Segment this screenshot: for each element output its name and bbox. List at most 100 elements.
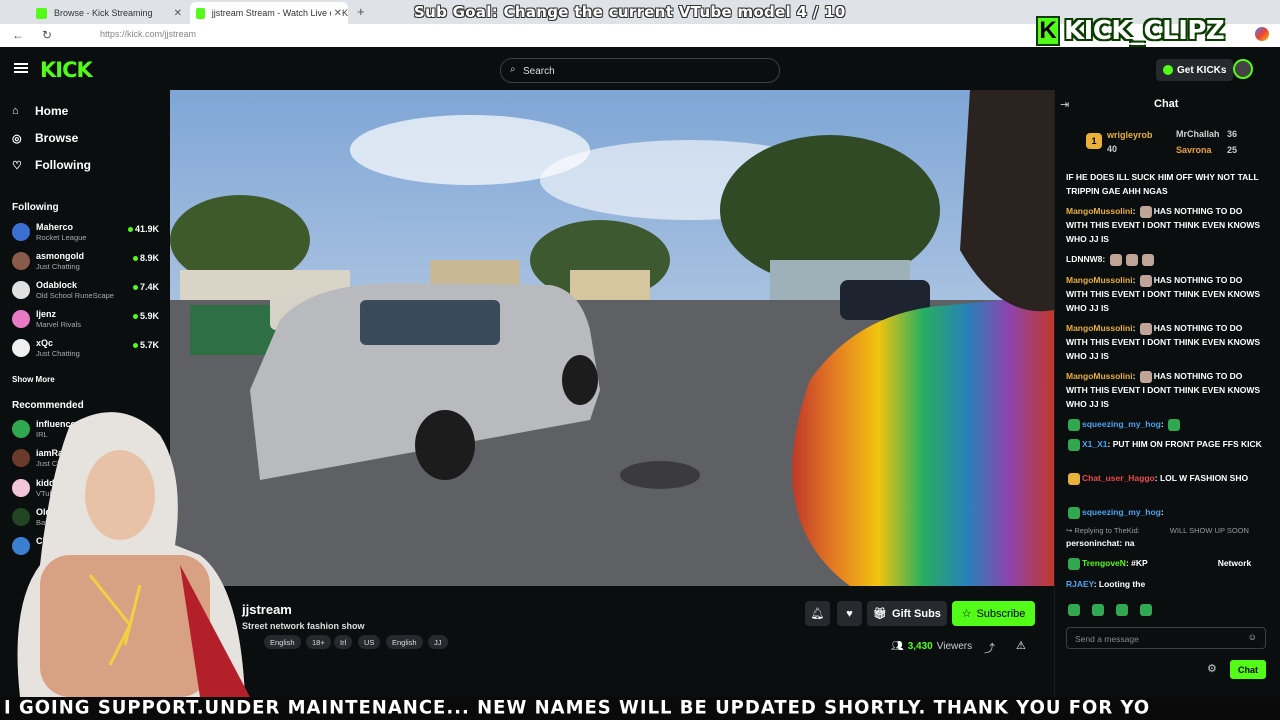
emoji-picker-icon[interactable]: ☺ <box>1248 632 1257 642</box>
following-channel[interactable]: ljenz Marvel Rivals 5.9K <box>12 307 162 333</box>
channel-name: Maherco <box>36 222 74 232</box>
back-icon[interactable]: ← <box>12 28 24 42</box>
chat-settings-gear-icon[interactable]: ⚙ <box>1207 662 1217 675</box>
viewer-count: 7.4K <box>132 282 159 292</box>
chat-message: MangoMussolini: HAS NOTHING TO DO WITH T… <box>1066 370 1261 409</box>
stream-title: Street network fashion show <box>242 621 365 631</box>
nav-following[interactable]: ♡ Following <box>12 158 91 172</box>
browser-tab-browse[interactable]: Browse - Kick Streaming ✕ <box>30 2 188 24</box>
nav-label: Browse <box>35 131 79 145</box>
chat-message: RJAEY: Looting the <box>1066 579 1146 589</box>
subscribe-button[interactable]: ☆ Subscribe <box>952 601 1035 626</box>
chat-username[interactable]: MangoMussolini <box>1066 323 1133 333</box>
tag[interactable]: 18+ <box>306 635 331 649</box>
viewer-label: Viewers <box>936 641 973 652</box>
tag[interactable]: English <box>386 635 423 649</box>
emote-icon <box>1109 253 1122 266</box>
chat-username[interactable]: X1_X1 <box>1082 439 1108 449</box>
nav-label: Home <box>35 104 69 118</box>
emote-icon <box>1168 418 1181 431</box>
close-tab-icon[interactable]: ✕ <box>174 8 182 19</box>
chat-username[interactable]: RJAEY <box>1066 579 1094 589</box>
chat-username[interactable]: MangoMussolini <box>1066 275 1133 285</box>
emote-icon <box>1125 253 1138 266</box>
chat-username[interactable]: MangoMussolini <box>1066 206 1133 216</box>
following-channel[interactable]: Odablock Old School RuneScape 7.4K <box>12 278 162 304</box>
nav-browse[interactable]: ◎ Browse <box>12 131 78 145</box>
reload-icon[interactable]: ↻ <box>42 28 52 42</box>
tag[interactable]: US <box>358 635 381 649</box>
emote-icon <box>1139 322 1152 335</box>
chat-username[interactable]: Chat_user_Haggo <box>1082 473 1155 483</box>
emote-icon[interactable] <box>1068 604 1080 616</box>
leaderboard-count: 36 <box>1227 129 1238 139</box>
collapse-chat-icon[interactable]: ⇥ <box>1060 98 1069 111</box>
leaderboard-user[interactable]: MrChallah <box>1176 129 1220 139</box>
chat-username[interactable]: personinchat <box>1066 538 1119 548</box>
chat-message: squeezing_my_hog: <box>1066 505 1266 519</box>
leaderboard-user[interactable]: Savrona <box>1176 145 1212 155</box>
video-player[interactable] <box>170 90 1054 586</box>
chat-message: IF HE DOES ILL SUCK HIM OFF WHY NOT TALL… <box>1066 172 1259 196</box>
notify-bell-button[interactable]: 🔔︎ <box>805 601 830 626</box>
sub-goal-overlay: Sub Goal: Change the current VTube model… <box>414 3 846 21</box>
report-icon[interactable]: ⚠ <box>1016 639 1026 652</box>
nav-label: Following <box>35 158 91 172</box>
kick-favicon-icon <box>196 7 205 19</box>
vtuber-model <box>17 412 250 697</box>
follow-heart-button[interactable]: ♥ <box>837 601 862 626</box>
badge-icon <box>1068 557 1080 570</box>
bell-icon: 🔔︎ <box>810 608 825 620</box>
tag[interactable]: English <box>264 635 301 649</box>
following-channel[interactable]: asmongold Just Chatting 8.9K <box>12 249 162 275</box>
chat-username[interactable]: squeezing_my_hog <box>1082 419 1161 429</box>
new-tab-icon[interactable]: + <box>357 4 365 19</box>
emote-bar <box>1066 604 1154 616</box>
gift-subs-button[interactable]: 🎁︎ Gift Subs <box>867 601 947 626</box>
tag[interactable]: Irl <box>334 635 353 649</box>
search-input[interactable] <box>523 63 763 79</box>
close-tab-icon[interactable]: ✕ <box>330 7 342 19</box>
chat-title: Chat <box>1154 98 1179 110</box>
viewer-number: 3,430 <box>907 641 933 652</box>
show-more-link[interactable]: Show More <box>12 375 55 384</box>
channel-name: ljenz <box>36 309 57 319</box>
star-icon: ☆ <box>961 608 972 620</box>
emote-icon[interactable] <box>1092 604 1104 616</box>
user-avatar[interactable] <box>1233 59 1253 79</box>
chat-message: MangoMussolini: HAS NOTHING TO DO WITH T… <box>1066 274 1261 313</box>
nav-home[interactable]: ⌂ Home <box>12 104 68 118</box>
copilot-icon[interactable] <box>1255 27 1269 41</box>
get-kicks-button[interactable]: Get KICKs <box>1156 59 1234 81</box>
ticker-text: I GOING SUPPORT.UNDER MAINTENANCE... NEW… <box>4 697 1151 719</box>
following-title: Following <box>12 202 59 213</box>
search-box[interactable]: ⌕ <box>500 58 780 83</box>
leaderboard-count: 25 <box>1227 145 1238 155</box>
live-dot-icon <box>132 256 138 262</box>
badge-icon <box>1068 418 1080 431</box>
chat-username[interactable]: LDNNW8 <box>1066 254 1102 264</box>
emote-icon[interactable] <box>1140 604 1152 616</box>
share-icon[interactable]: ⤴ <box>984 640 995 656</box>
chat-username[interactable]: squeezing_my_hog <box>1082 507 1161 517</box>
chat-message-input[interactable] <box>1075 632 1235 646</box>
compass-icon: ◎ <box>12 132 22 145</box>
send-chat-button[interactable]: Chat <box>1230 660 1266 679</box>
chat-username[interactable]: MangoMussolini <box>1066 371 1133 381</box>
chat-message: MangoMussolini: HAS NOTHING TO DO WITH T… <box>1066 322 1261 361</box>
chat-message: Chat_user_Haggo: LOL W FASHION SHO <box>1066 471 1266 485</box>
menu-icon[interactable] <box>14 63 28 73</box>
chat-username[interactable]: TrengoveN <box>1082 558 1126 568</box>
kick-clipz-overlay: K KICK_CLIPZ <box>1036 15 1236 47</box>
browser-tab-jjstream[interactable]: jjstream Stream - Watch Live on K ✕ <box>190 2 348 24</box>
chat-message: LDNNW8: <box>1066 252 1266 266</box>
leaderboard-user[interactable]: wrigleyrob <box>1107 130 1153 140</box>
chat-input-box[interactable]: ☺ <box>1066 627 1266 649</box>
home-icon: ⌂ <box>12 105 19 117</box>
emote-icon[interactable] <box>1116 604 1128 616</box>
tag[interactable]: JJ <box>428 635 448 649</box>
following-channel[interactable]: xQc Just Chatting 5.7K <box>12 336 162 362</box>
following-channel[interactable]: Maherco Rocket League 41.9K <box>12 220 162 246</box>
kick-logo[interactable]: KICK <box>40 58 93 82</box>
url-text[interactable]: https://kick.com/jjstream <box>100 29 196 39</box>
